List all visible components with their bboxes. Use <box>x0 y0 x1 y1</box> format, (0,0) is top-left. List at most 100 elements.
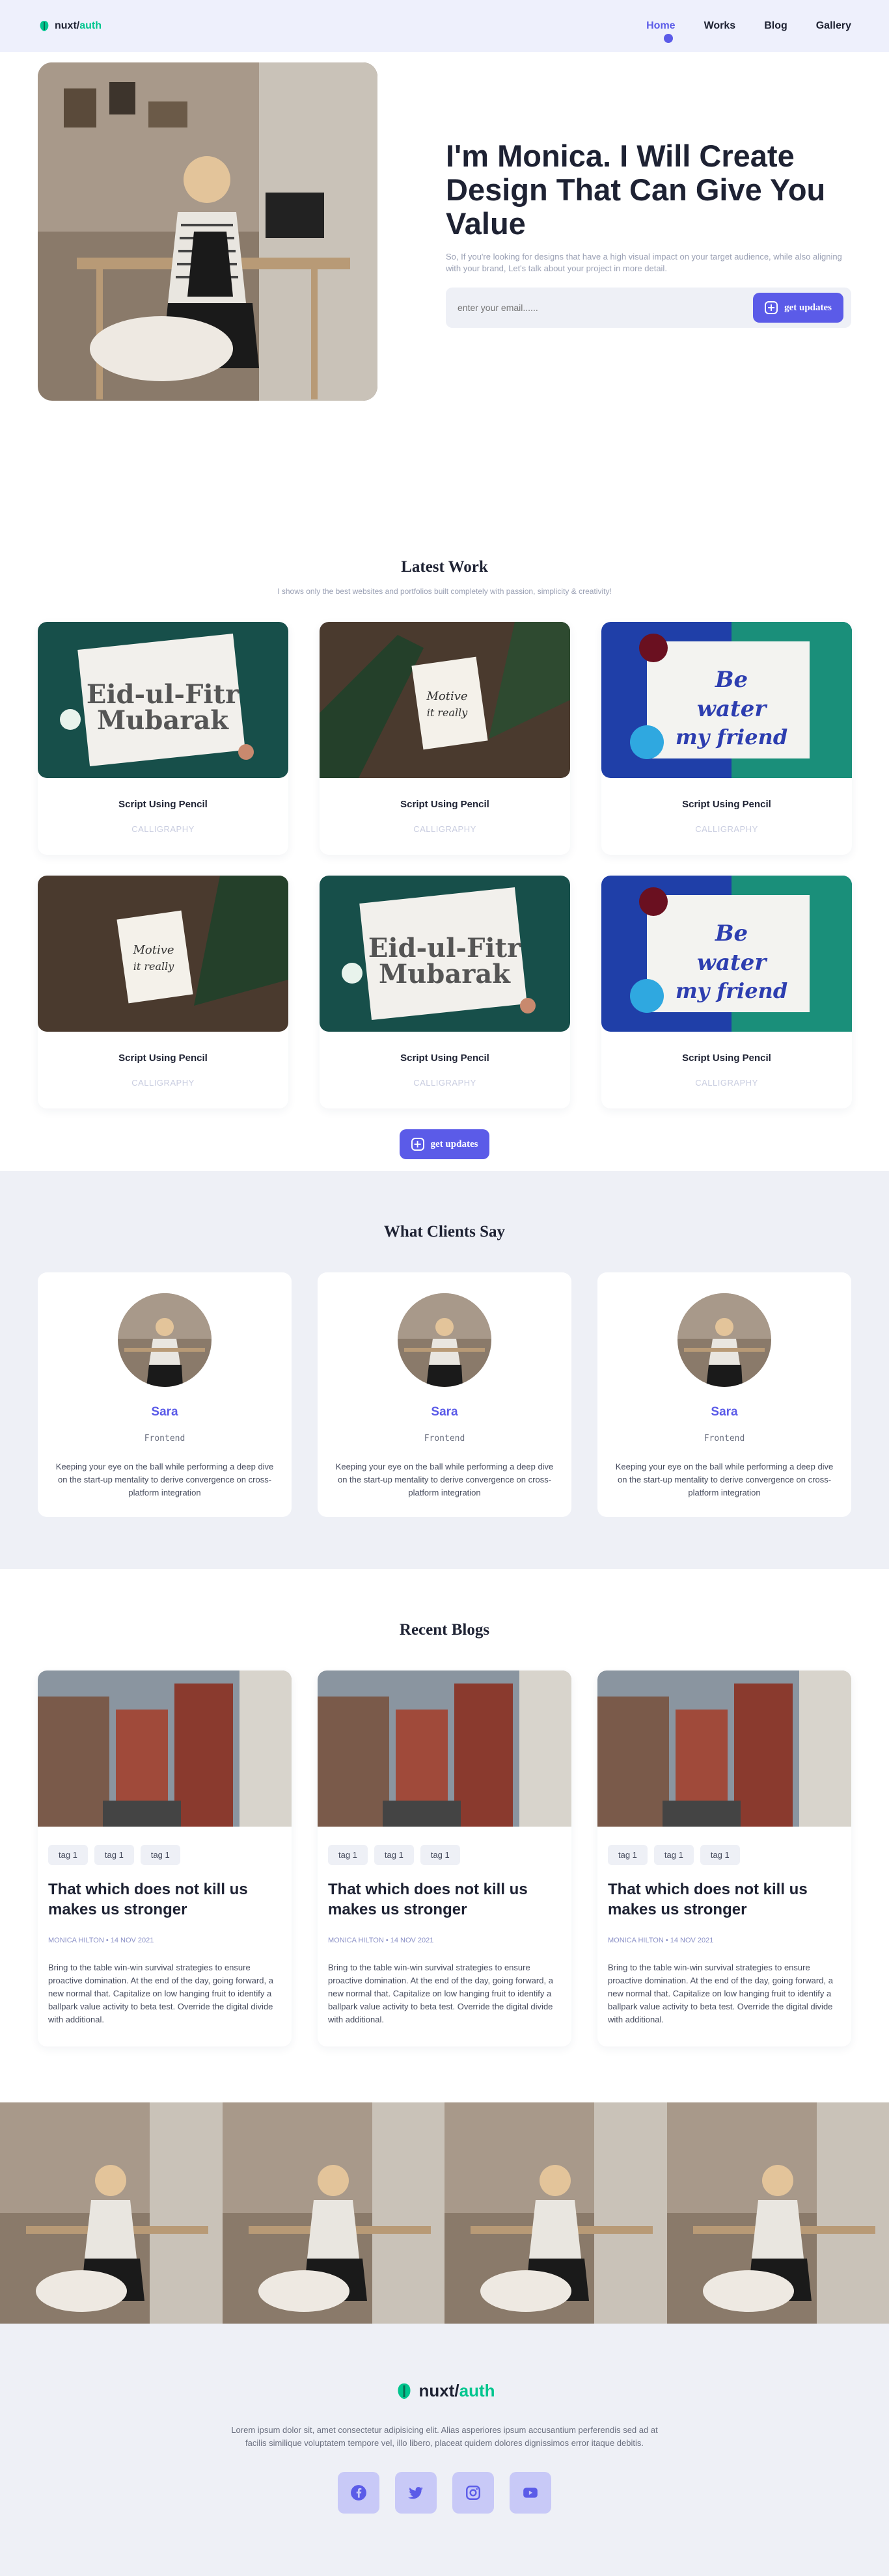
plus-icon: + <box>765 301 778 314</box>
blog-tags: tag 1 tag 1 tag 1 <box>597 1827 851 1865</box>
svg-text:Be: Be <box>715 667 748 693</box>
work-title: Script Using Pencil <box>320 1053 570 1064</box>
work-image: Eid-ul-FitrMubarak <box>38 622 288 778</box>
work-card[interactable]: Eid-ul-FitrMubarak Script Using Pencil C… <box>38 622 288 855</box>
social-links <box>0 2472 889 2514</box>
blog-title[interactable]: That which does not kill us makes us str… <box>597 1879 851 1920</box>
nav-works[interactable]: Works <box>704 20 736 32</box>
work-category: CALLIGRAPHY <box>601 824 852 834</box>
blog-tag[interactable]: tag 1 <box>420 1845 460 1865</box>
blog-tag[interactable]: tag 1 <box>94 1845 134 1865</box>
work-title: Script Using Pencil <box>601 1053 852 1064</box>
footer-logo-prefix: nuxt/ <box>419 2381 459 2401</box>
client-name: Sara <box>597 1405 851 1419</box>
blog-tags: tag 1 tag 1 tag 1 <box>318 1827 571 1865</box>
work-grid: Eid-ul-FitrMubarak Script Using Pencil C… <box>0 622 889 1108</box>
blog-tag[interactable]: tag 1 <box>374 1845 414 1865</box>
client-name: Sara <box>318 1405 571 1419</box>
svg-text:Motive: Motive <box>132 943 174 957</box>
gallery-photo[interactable] <box>444 2102 667 2324</box>
client-role: Frontend <box>597 1434 851 1443</box>
svg-text:water: water <box>697 950 768 976</box>
instagram-link[interactable] <box>452 2472 494 2514</box>
youtube-link[interactable] <box>510 2472 551 2514</box>
work-card[interactable]: Eid-ul-FitrMubarak Script Using Pencil C… <box>320 876 570 1108</box>
blog-tag[interactable]: tag 1 <box>141 1845 180 1865</box>
gallery-strip <box>0 2102 889 2324</box>
gallery-photo[interactable] <box>0 2102 223 2324</box>
blog-tag[interactable]: tag 1 <box>700 1845 740 1865</box>
hero-description: So, If you're looking for designs that h… <box>446 251 851 275</box>
work-title: Script Using Pencil <box>601 799 852 810</box>
site-footer: nuxt/auth Lorem ipsum dolor sit, amet co… <box>0 2324 889 2576</box>
testimonials-title: What Clients Say <box>0 1223 889 1241</box>
youtube-icon <box>521 2484 540 2501</box>
email-input[interactable] <box>458 302 653 313</box>
svg-text:Motive: Motive <box>426 690 467 703</box>
work-image: Eid-ul-FitrMubarak <box>320 876 570 1032</box>
avatar <box>677 1293 771 1387</box>
hero-title: I'm Monica. I Will Create Design That Ca… <box>446 139 851 241</box>
svg-text:it really: it really <box>133 960 175 973</box>
nav-gallery[interactable]: Gallery <box>816 20 851 32</box>
work-category: CALLIGRAPHY <box>320 1078 570 1088</box>
blog-excerpt: Bring to the table win-win survival stra… <box>38 1961 292 2026</box>
blog-meta: MONICA HILTON • 14 NOV 2021 <box>38 1937 292 1944</box>
twitter-icon <box>407 2484 424 2501</box>
hero-content: I'm Monica. I Will Create Design That Ca… <box>446 62 851 520</box>
subscribe-form: + get updates <box>446 288 851 328</box>
nuxt-logo-icon <box>394 2381 414 2401</box>
get-updates-label: get updates <box>431 1139 478 1150</box>
testimonials-grid: Sara Frontend Keeping your eye on the ba… <box>0 1272 889 1517</box>
work-category: CALLIGRAPHY <box>320 824 570 834</box>
blog-meta: MONICA HILTON • 14 NOV 2021 <box>318 1937 571 1944</box>
blog-image <box>597 1670 851 1827</box>
blog-tag[interactable]: tag 1 <box>328 1845 368 1865</box>
footer-text: Lorem ipsum dolor sit, amet consectetur … <box>230 2424 659 2450</box>
footer-logo[interactable]: nuxt/auth <box>394 2381 495 2401</box>
nav-blog[interactable]: Blog <box>764 20 787 32</box>
plus-icon: + <box>411 1138 424 1151</box>
facebook-link[interactable] <box>338 2472 379 2514</box>
top-navbar: nuxt/auth Home Works Blog Gallery <box>0 0 889 52</box>
blog-meta: MONICA HILTON • 14 NOV 2021 <box>597 1937 851 1944</box>
blog-card[interactable]: tag 1 tag 1 tag 1 That which does not ki… <box>38 1670 292 2046</box>
blog-tag[interactable]: tag 1 <box>48 1845 88 1865</box>
blog-image <box>318 1670 571 1827</box>
blog-tag[interactable]: tag 1 <box>608 1845 648 1865</box>
work-card[interactable]: Motiveit really Script Using Pencil CALL… <box>38 876 288 1108</box>
latest-work-section: Latest Work I shows only the best websit… <box>0 520 889 1171</box>
get-updates-button[interactable]: + get updates <box>753 293 843 323</box>
nav-home[interactable]: Home <box>646 20 675 32</box>
client-quote: Keeping your eye on the ball while perfo… <box>614 1460 835 1499</box>
work-image: Bewatermy friend <box>601 622 852 778</box>
work-image: Motive it really <box>38 876 288 1032</box>
blog-image <box>38 1670 292 1827</box>
svg-text:my friend: my friend <box>676 725 787 749</box>
latest-work-title: Latest Work <box>0 558 889 576</box>
twitter-link[interactable] <box>395 2472 437 2514</box>
gallery-photo[interactable] <box>223 2102 445 2324</box>
blog-card[interactable]: tag 1 tag 1 tag 1 That which does not ki… <box>318 1670 571 2046</box>
work-card[interactable]: Bewatermy friend Script Using Pencil CAL… <box>601 622 852 855</box>
blog-title[interactable]: That which does not kill us makes us str… <box>318 1879 571 1920</box>
testimonial-card: Sara Frontend Keeping your eye on the ba… <box>38 1272 292 1517</box>
svg-text:my friend: my friend <box>676 978 787 1003</box>
hero-photo <box>38 62 377 401</box>
blog-card[interactable]: tag 1 tag 1 tag 1 That which does not ki… <box>597 1670 851 2046</box>
get-updates-label: get updates <box>784 302 832 314</box>
blog-tag[interactable]: tag 1 <box>654 1845 694 1865</box>
work-card[interactable]: Bewatermy friend Script Using Pencil CAL… <box>601 876 852 1108</box>
work-card[interactable]: Motiveit really Script Using Pencil CALL… <box>320 622 570 855</box>
blog-excerpt: Bring to the table win-win survival stra… <box>318 1961 571 2026</box>
site-logo[interactable]: nuxt/auth <box>38 20 102 33</box>
client-quote: Keeping your eye on the ball while perfo… <box>54 1460 275 1499</box>
blog-title[interactable]: That which does not kill us makes us str… <box>38 1879 292 1920</box>
svg-text:Mubarak: Mubarak <box>97 705 229 736</box>
gallery-photo[interactable] <box>667 2102 889 2324</box>
work-get-updates-button[interactable]: + get updates <box>400 1129 490 1159</box>
footer-logo-suffix: auth <box>459 2381 495 2401</box>
active-nav-indicator <box>664 34 673 43</box>
avatar <box>118 1293 212 1387</box>
facebook-icon <box>350 2484 367 2501</box>
